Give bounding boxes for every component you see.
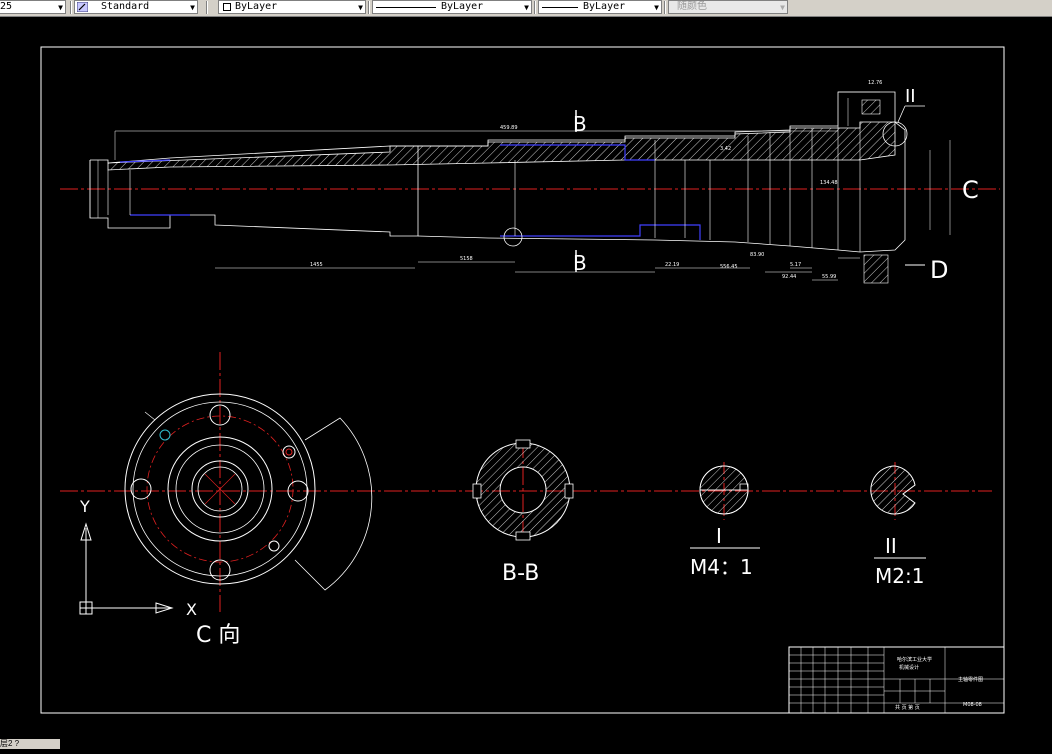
dim-text: 134.48: [820, 180, 838, 186]
arrow-c-label: C: [962, 176, 979, 204]
dim-text: 1455: [310, 262, 323, 268]
bore-line: [500, 224, 701, 240]
lineweight-sample-icon: [542, 7, 578, 8]
drawing-canvas[interactable]: B B II C D 459.89 1455 5158 22.19 556.45…: [0, 16, 1052, 749]
cad-drawing: B B II C D 459.89 1455 5158 22.19 556.45…: [40, 46, 1005, 714]
properties-toolbar: 25 ▼ Standard ▼ ByLayer ▼ ByLayer ▼ ByLa…: [0, 0, 1052, 17]
dim-text: 92.44: [782, 274, 796, 280]
linetype-value: ByLayer: [441, 1, 484, 12]
dim-text: 22.19: [665, 262, 679, 268]
toolbar-separator: [534, 1, 536, 14]
title-school: 哈尔滨工业大学: [897, 656, 932, 663]
chevron-down-icon: ▼: [780, 3, 785, 12]
section-bb-title: B-B: [502, 561, 539, 586]
flange-c-view: [124, 352, 373, 612]
shaft-outline-right: [417, 91, 906, 253]
toolbar-separator: [368, 1, 370, 14]
section-b-label-bottom: B: [573, 251, 587, 275]
detail-ii-scale: M2:1: [875, 564, 924, 588]
chevron-down-icon: ▼: [58, 3, 63, 12]
detail-ii-label: II: [905, 86, 916, 107]
detail-ii-view: II M2:1: [870, 462, 926, 588]
text-style-dropdown[interactable]: Standard ▼: [74, 0, 198, 14]
flange-hatch: [861, 99, 881, 115]
plot-style-dropdown: 随颜色 ▼: [668, 0, 788, 14]
title-footer: 共 页 第 页: [895, 704, 920, 711]
detail-i-scale: M4：1: [690, 555, 753, 579]
dim-text: 5.17: [790, 262, 801, 268]
axis-x-label: X: [186, 600, 197, 619]
arrow-d-label: D: [930, 256, 948, 284]
detail-i-view: I M4：1: [690, 462, 760, 579]
title-name: 主轴零件图: [958, 676, 983, 683]
chevron-down-icon: ▼: [524, 3, 529, 12]
chevron-down-icon: ▼: [190, 3, 195, 12]
dim-text: 3.42: [720, 146, 731, 152]
dim-text: 83.90: [750, 252, 764, 258]
section-bb-view: B-B: [472, 439, 574, 586]
dim-text: 556.45: [720, 264, 738, 270]
axis-y-label: Y: [79, 497, 90, 516]
detail-i-title: I: [716, 524, 722, 548]
lineweight-value: ByLayer: [583, 1, 626, 12]
dim-text: 5158: [460, 256, 473, 262]
ucs-icon: Y X: [79, 497, 197, 619]
flange-hatch: [863, 254, 889, 284]
linetype-dropdown[interactable]: ByLayer ▼: [372, 0, 532, 14]
text-style-icon: [76, 1, 89, 13]
toolbar-separator: [206, 1, 208, 14]
title-sub: 机械设计: [899, 664, 919, 671]
toolbar-separator: [664, 1, 666, 14]
view-c-title: C 向: [196, 623, 240, 648]
shaft-main-view: B B II C D 459.89 1455 5158 22.19 556.45…: [60, 80, 1000, 284]
layer-index-dropdown[interactable]: 25 ▼: [0, 0, 66, 14]
detail-i-circle: [503, 227, 523, 247]
color-swatch-icon: [223, 3, 231, 11]
dim-text: 55.99: [822, 274, 836, 280]
text-style-value: Standard: [101, 1, 150, 12]
detail-ii-title: II: [885, 534, 897, 558]
layer-index-value: 25: [0, 1, 13, 12]
lineweight-dropdown[interactable]: ByLayer ▼: [538, 0, 662, 14]
toolbar-separator: [70, 1, 72, 14]
chevron-down-icon: ▼: [358, 3, 363, 12]
linetype-sample-icon: [376, 7, 436, 8]
command-line[interactable]: 层2 ?: [0, 739, 60, 749]
plot-style-value: 随颜色: [677, 1, 707, 12]
color-dropdown[interactable]: ByLayer ▼: [218, 0, 366, 14]
leader-line: [897, 105, 906, 123]
dim-text: 12.76: [868, 80, 882, 86]
title-block: 哈尔滨工业大学 机械设计 主轴零件图 M08-08 共 页 第 页: [788, 646, 1005, 714]
title-code: M08-08: [963, 702, 982, 708]
section-b-label-top: B: [573, 112, 587, 136]
command-line-text: 层2 ?: [0, 739, 20, 748]
chevron-down-icon: ▼: [654, 3, 659, 12]
color-value: ByLayer: [235, 1, 278, 12]
dim-overall: 459.89: [500, 125, 518, 131]
